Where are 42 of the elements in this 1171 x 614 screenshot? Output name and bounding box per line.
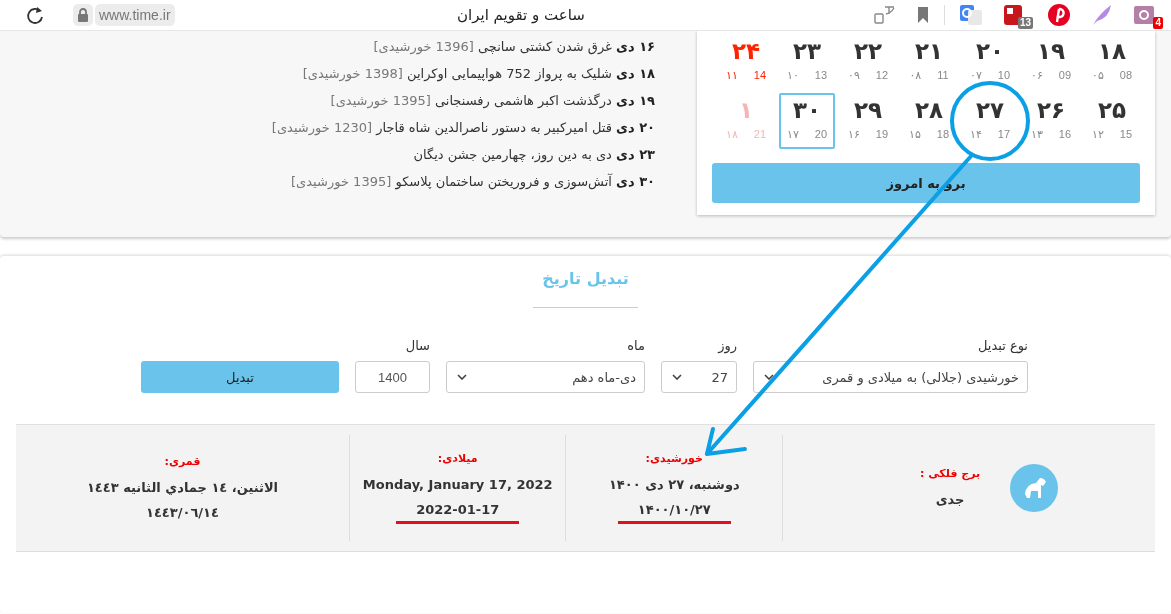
result-label: خورشیدی:	[645, 452, 703, 465]
event-text: ۲۳ دی دی به دین روز، چهارمین جشن دیگان	[412, 146, 655, 165]
event-text: ۱۹ دی درگذشت اکبر هاشمی رفسنجانی [1395 خورشیدی]	[329, 92, 655, 111]
result-value: Monday, January 17, 2022	[362, 477, 553, 494]
result-value: ١٤٤٣/٠٦/١٤	[146, 504, 219, 522]
result-value: الاثنين، ١٤ جمادي الثانيه ١٤٤٣	[86, 479, 279, 497]
event-text: ۲۰ دی قتل امیرکبیر به دستور ناصرالدین شاه قاجار [1230 خورشیدی]	[271, 119, 655, 138]
event-text: ۱۶ دی غرق شدن کشتی سانچی [1396 خورشیدی]	[372, 38, 655, 57]
result-value: 2022-01-17	[396, 502, 520, 524]
year-field[interactable]: 1400	[355, 361, 430, 393]
event-text: ۳۰ دی آتش‌سوزی و فروریختن ساختمان پلاسکو [1395 خورشیدی]	[290, 172, 655, 192]
result-label: میلادی:	[437, 452, 478, 465]
convert-button[interactable]: تبدیل	[141, 361, 339, 393]
event-text: ۱۸ دی شلیک به پرواز 752 هواپیمایی اوکراین [1398 خورشیدی]	[301, 65, 655, 84]
section-title: تبدیل تاریخ	[542, 269, 629, 289]
field-label: سال	[404, 338, 430, 353]
url-field[interactable]: www.time.ir	[95, 4, 175, 26]
feather-icon[interactable]	[1091, 4, 1113, 26]
select-field[interactable]: 27	[661, 361, 737, 393]
result-value: جدی	[935, 492, 965, 509]
page-title: ساعت و تقویم ایران	[457, 6, 585, 24]
badge: 4	[1153, 17, 1163, 29]
lock-icon[interactable]	[73, 4, 93, 26]
bookmark-icon[interactable]	[916, 6, 930, 24]
field-label: نوع تبدیل	[976, 338, 1028, 353]
chevron-icon	[457, 374, 467, 380]
pin-icon[interactable]	[1047, 3, 1071, 27]
select-field[interactable]: دی-ماه دهم	[446, 361, 645, 393]
camera-icon[interactable]	[1133, 4, 1157, 26]
chevron-icon	[672, 374, 682, 380]
badge: 13	[1017, 17, 1033, 29]
reload-icon[interactable]	[25, 5, 45, 25]
result-value: ۱۴۰۰/۱۰/۲۷	[617, 502, 731, 524]
field-label: ماه	[626, 338, 645, 353]
result-label: قمری:	[164, 454, 201, 468]
field-label: روز	[716, 338, 737, 353]
result-label: برج فلکی :	[919, 467, 981, 480]
goat-icon	[1010, 464, 1059, 512]
result-value: دوشنبه، ۲۷ دی ۱۴۰۰	[608, 477, 740, 494]
today-button[interactable]: برو به امروز	[712, 163, 1140, 203]
chevron-icon	[764, 374, 774, 380]
select-field[interactable]: خورشیدی (جلالی) به میلادی و قمری	[753, 361, 1028, 393]
